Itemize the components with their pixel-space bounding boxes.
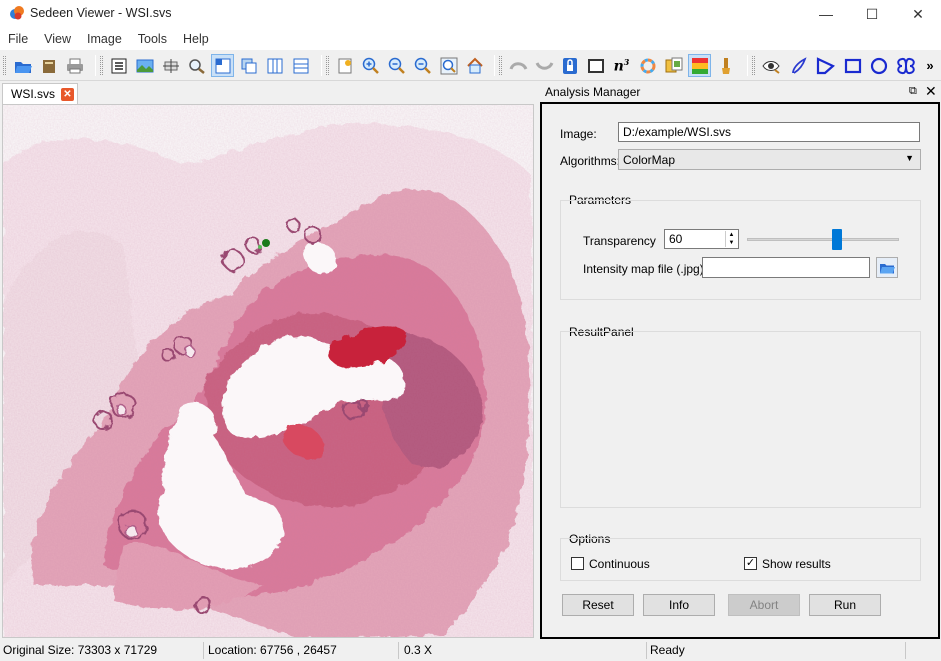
toolbar-grip[interactable] bbox=[326, 56, 329, 75]
slider-handle[interactable] bbox=[832, 229, 842, 250]
menu-bar: File View Image Tools Help bbox=[0, 28, 941, 50]
window-title: Sedeen Viewer - WSI.svs bbox=[30, 6, 172, 20]
spline-icon[interactable] bbox=[894, 54, 917, 77]
lock-icon[interactable] bbox=[558, 54, 581, 77]
layout-rows-icon[interactable] bbox=[289, 54, 312, 77]
toolbar: n3 » bbox=[0, 50, 941, 81]
run-button[interactable]: Run bbox=[809, 594, 881, 616]
n-cubed-icon[interactable]: n3 bbox=[610, 54, 633, 77]
menu-file[interactable]: File bbox=[3, 32, 33, 46]
close-tab-icon[interactable]: ✕ bbox=[61, 87, 74, 101]
transparency-spinbox[interactable]: 60 ▲ ▼ bbox=[664, 229, 739, 249]
zoom-fit-icon[interactable] bbox=[437, 54, 460, 77]
title-bar: Sedeen Viewer - WSI.svs — ☐ ✕ bbox=[0, 0, 941, 28]
layout-single-icon[interactable] bbox=[211, 54, 234, 77]
menu-tools[interactable]: Tools bbox=[133, 32, 172, 46]
polygon-icon[interactable] bbox=[813, 54, 836, 77]
zoom-actual-icon[interactable] bbox=[411, 54, 434, 77]
document-tab-bar: WSI.svs ✕ bbox=[0, 82, 536, 104]
image-thumbnail-icon[interactable] bbox=[133, 54, 156, 77]
image-path-field[interactable]: D:/example/WSI.svs bbox=[618, 122, 920, 142]
spin-arrows-icon[interactable]: ▲ ▼ bbox=[725, 231, 737, 247]
analysis-manager-title: Analysis Manager bbox=[545, 85, 641, 99]
browse-button[interactable] bbox=[876, 257, 898, 278]
transparency-label: Transparency bbox=[583, 234, 656, 248]
show-results-checkbox[interactable]: ✓ bbox=[744, 557, 757, 570]
color-wheel-icon[interactable] bbox=[636, 54, 659, 77]
show-results-label: Show results bbox=[762, 557, 831, 571]
layout-columns-icon[interactable] bbox=[263, 54, 286, 77]
tab-wsi[interactable]: WSI.svs ✕ bbox=[2, 83, 78, 104]
status-bar: Original Size: 73303 x 71729 Location: 6… bbox=[0, 640, 941, 661]
crop-icon[interactable] bbox=[159, 54, 182, 77]
eye-icon[interactable] bbox=[759, 54, 782, 77]
intensity-map-label: Intensity map file (.jpg) bbox=[583, 262, 704, 276]
redo-icon[interactable] bbox=[532, 54, 555, 77]
zoom-status: 0.3 X bbox=[404, 643, 433, 657]
frame-icon[interactable] bbox=[584, 54, 607, 77]
intensity-map-file-field[interactable] bbox=[702, 257, 870, 278]
original-size-status: Original Size: 73303 x 71729 bbox=[3, 643, 158, 657]
slide-viewer[interactable] bbox=[2, 104, 534, 638]
compare-icon[interactable] bbox=[662, 54, 685, 77]
tab-label: WSI.svs bbox=[11, 87, 55, 101]
continuous-checkbox[interactable] bbox=[571, 557, 584, 570]
image-label: Image: bbox=[560, 127, 597, 141]
zoom-in-icon[interactable] bbox=[359, 54, 382, 77]
undo-icon[interactable] bbox=[506, 54, 529, 77]
close-panel-icon[interactable]: ✕ bbox=[925, 83, 937, 100]
zoom-out-icon[interactable] bbox=[385, 54, 408, 77]
snapshot-icon[interactable] bbox=[333, 54, 356, 77]
open-folder-icon[interactable] bbox=[11, 54, 34, 77]
analysis-manager-panel: Image: D:/example/WSI.svs Algorithms: Co… bbox=[540, 102, 940, 639]
tissue-image bbox=[3, 105, 533, 637]
open-recent-icon[interactable] bbox=[37, 54, 60, 77]
toolbar-grip[interactable] bbox=[100, 56, 103, 75]
toolbar-grip[interactable] bbox=[499, 56, 502, 75]
chevron-down-icon: ▼ bbox=[905, 153, 914, 163]
home-icon[interactable] bbox=[463, 54, 486, 77]
close-window-button[interactable]: ✕ bbox=[895, 0, 941, 28]
heatmap-icon[interactable] bbox=[688, 54, 711, 77]
minimize-button[interactable]: — bbox=[803, 0, 849, 28]
algorithm-select[interactable]: ColorMap ▼ bbox=[618, 149, 921, 170]
sedeen-logo-icon bbox=[10, 6, 24, 20]
rectangle-icon[interactable] bbox=[841, 54, 864, 77]
menu-help[interactable]: Help bbox=[178, 32, 214, 46]
properties-icon[interactable] bbox=[107, 54, 130, 77]
ready-status: Ready bbox=[650, 643, 685, 657]
open-folder-icon bbox=[880, 263, 895, 273]
magnifier-icon[interactable] bbox=[185, 54, 208, 77]
ellipse-icon[interactable] bbox=[867, 54, 890, 77]
result-panel bbox=[560, 331, 921, 508]
slider-track bbox=[747, 238, 899, 241]
toolbar-grip[interactable] bbox=[3, 56, 6, 75]
menu-image[interactable]: Image bbox=[82, 32, 127, 46]
abort-button[interactable]: Abort bbox=[728, 594, 800, 616]
maximize-button[interactable]: ☐ bbox=[849, 0, 895, 28]
continuous-label: Continuous bbox=[589, 557, 650, 571]
toolbar-more-button[interactable]: » bbox=[922, 54, 938, 77]
print-icon[interactable] bbox=[63, 54, 86, 77]
menu-view[interactable]: View bbox=[39, 32, 76, 46]
transparency-slider[interactable] bbox=[747, 229, 899, 251]
toolbar-grip[interactable] bbox=[752, 56, 755, 75]
float-panel-icon[interactable]: ⧉ bbox=[909, 85, 921, 97]
algorithms-label: Algorithms: bbox=[560, 154, 621, 168]
location-status: Location: 67756 , 26457 bbox=[208, 643, 337, 657]
info-button[interactable]: Info bbox=[643, 594, 715, 616]
analysis-manager-title-bar[interactable]: Analysis Manager bbox=[540, 82, 941, 102]
layout-overlay-icon[interactable] bbox=[237, 54, 260, 77]
pen-icon[interactable] bbox=[787, 54, 810, 77]
reset-button[interactable]: Reset bbox=[562, 594, 634, 616]
brush-icon[interactable] bbox=[714, 54, 737, 77]
